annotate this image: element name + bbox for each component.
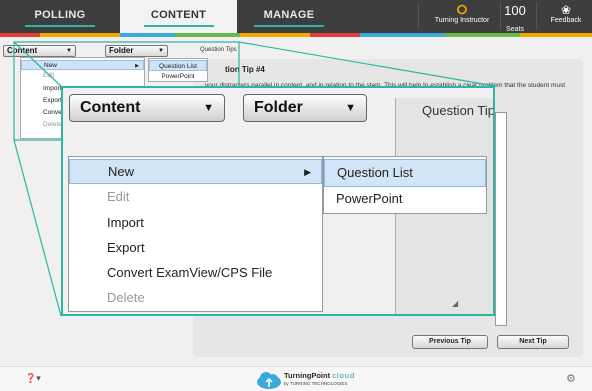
menu-item-label: Export [107, 240, 145, 255]
chevron-right-icon: ▶ [135, 63, 139, 69]
menu-item-label: New [44, 62, 58, 69]
seats-count: 100 [504, 3, 526, 18]
feedback-button[interactable]: ❀ Feedback [542, 3, 590, 24]
content-dropdown[interactable]: Content ▼ [3, 45, 76, 57]
zoom-callout: Content ▼ Folder ▼ Question Tip wrist pr… [61, 86, 495, 316]
tab-polling-underline [25, 25, 95, 27]
turningpoint-cloud-logo: TurningPoint cloud by TURNING TECHNOLOGI… [256, 371, 366, 389]
question-tip-title: tion Tip #4 [225, 65, 265, 74]
tab-content[interactable]: CONTENT [120, 0, 237, 33]
turning-icon: ⭘ [456, 2, 468, 17]
resize-corner-icon: ◢ [452, 299, 459, 308]
zoom-menu-item-import[interactable]: Import [69, 211, 322, 236]
zoom-folder-label: Folder [254, 99, 303, 116]
chevron-down-icon: ▼ [66, 48, 72, 54]
chevron-right-icon: ▶ [304, 167, 311, 177]
turning-instructor-button[interactable]: ⭘ Turning Instructor [425, 2, 499, 25]
seats-label: Seats [506, 26, 524, 33]
zoom-menu-item-edit[interactable]: Edit [69, 185, 322, 210]
turning-instructor-label: Turning Instructor [434, 17, 490, 24]
folder-dropdown-label: Folder [109, 46, 134, 55]
submenu-item-label: PowerPoint [336, 191, 403, 206]
menu-item-edit[interactable]: Edit [21, 71, 144, 81]
logo-name-light: cloud [332, 371, 356, 380]
submenu-item-label: Question List [159, 63, 197, 70]
feedback-icon: ❀ [560, 3, 572, 17]
zoom-menu-item-export[interactable]: Export [69, 236, 322, 261]
menu-item-new[interactable]: New ▶ [21, 60, 144, 70]
logo-name-bold: TurningPoint [284, 371, 331, 380]
tab-manage-underline [254, 25, 324, 27]
zoom-submenu-item-powerpoint[interactable]: PowerPoint [324, 186, 486, 214]
zoom-content-label: Content [80, 99, 141, 116]
tip-example-box [495, 112, 507, 326]
seats-indicator: 100 Seats [501, 4, 529, 36]
tab-content-label: CONTENT [150, 9, 207, 21]
logo-name: TurningPoint cloud [284, 371, 355, 380]
tab-polling-label: POLLING [34, 9, 86, 21]
zoom-question-tip-heading: Question Tip [422, 103, 495, 118]
logo-subtitle: by TURNING TECHNOLOGIES [284, 381, 348, 386]
new-submenu: Question List PowerPoint [148, 58, 208, 82]
zoom-content-menu: New ▶ Edit Import Export Convert ExamVie… [68, 156, 323, 312]
submenu-item-label: Question List [337, 165, 413, 180]
tab-manage-label: MANAGE [263, 9, 315, 21]
next-tip-button[interactable]: Next Tip [497, 335, 569, 349]
chevron-down-icon: ▼ [158, 48, 164, 54]
tab-polling[interactable]: POLLING [0, 0, 120, 33]
menu-item-label: Delete [107, 290, 145, 305]
tab-manage[interactable]: MANAGE [237, 0, 341, 33]
zoom-menu-item-new[interactable]: New ▶ [69, 159, 322, 184]
menu-item-label: Import [43, 85, 62, 92]
menu-item-label: New [108, 164, 135, 179]
zoom-new-submenu: Question List PowerPoint [323, 156, 487, 214]
zoom-menu-item-convert[interactable]: Convert ExamView/CPS File [69, 261, 322, 286]
zoom-content-dropdown[interactable]: Content ▼ [69, 94, 225, 122]
chevron-down-icon: ▼ [203, 102, 214, 114]
top-navigation-bar: POLLING CONTENT MANAGE ⭘ Turning Instruc… [0, 0, 592, 33]
zoom-submenu-item-question-list[interactable]: Question List [324, 159, 486, 187]
feedback-label: Feedback [550, 17, 582, 24]
zoom-folder-dropdown[interactable]: Folder ▼ [243, 94, 367, 122]
menu-item-label: Edit [107, 189, 130, 204]
folder-dropdown[interactable]: Folder ▼ [105, 45, 168, 57]
content-dropdown-label: Content [7, 46, 38, 55]
submenu-item-label: PowerPoint [161, 73, 195, 80]
app-window: POLLING CONTENT MANAGE ⭘ Turning Instruc… [0, 0, 592, 391]
menu-item-label: Convert ExamView/CPS File [107, 265, 273, 280]
help-icon[interactable]: ❓▾ [25, 373, 41, 385]
zoom-menu-item-delete[interactable]: Delete [69, 286, 322, 311]
nav-divider [418, 2, 419, 30]
submenu-item-powerpoint[interactable]: PowerPoint [149, 71, 207, 82]
menu-item-label: Export [43, 97, 62, 104]
tab-content-underline [143, 25, 214, 27]
cloud-logo-icon [257, 372, 281, 389]
menu-item-label: Import [107, 215, 144, 230]
question-tips-label: Question Tips [200, 47, 237, 53]
previous-tip-button[interactable]: Previous Tip [412, 335, 488, 349]
footer-bar: ❓▾ TurningPoint cloud by TURNING TECHNOL… [0, 366, 592, 391]
submenu-item-question-list[interactable]: Question List [149, 60, 207, 71]
menu-item-label: Edit [43, 72, 55, 79]
nav-divider [536, 2, 537, 30]
chevron-down-icon: ▼ [345, 102, 356, 114]
gear-icon[interactable]: ⚙ [566, 372, 580, 386]
menu-item-label: Delete [43, 121, 62, 128]
